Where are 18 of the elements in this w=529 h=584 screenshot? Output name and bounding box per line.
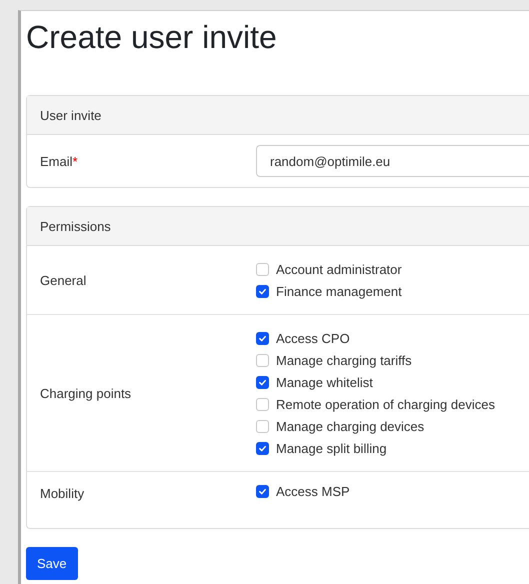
page-title: Create user invite bbox=[26, 18, 278, 57]
permission-checkbox[interactable]: Manage charging tariffs bbox=[256, 349, 412, 371]
card-header: Permissions bbox=[27, 207, 529, 246]
email-field[interactable]: random@optimile.eu bbox=[256, 145, 529, 177]
save-button[interactable]: Save bbox=[26, 547, 78, 580]
permission-checkbox[interactable]: Access MSP bbox=[256, 480, 350, 502]
permission-checkbox[interactable]: Manage charging devices bbox=[256, 415, 424, 437]
permission-checkbox[interactable]: Account administrator bbox=[256, 258, 402, 280]
permission-checkbox[interactable]: Remote operation of charging devices bbox=[256, 393, 495, 415]
group-label: General bbox=[40, 272, 88, 288]
card-header: User invite bbox=[27, 96, 529, 135]
field-label: Email* bbox=[40, 154, 79, 168]
group-label: Mobility bbox=[40, 486, 86, 500]
permission-checkbox[interactable]: Manage whitelist bbox=[256, 371, 373, 393]
group-label: Charging points bbox=[40, 386, 132, 400]
permission-checkbox[interactable]: Access CPO bbox=[256, 327, 350, 349]
permission-checkbox[interactable]: Finance management bbox=[256, 280, 402, 302]
permission-checkbox[interactable]: Manage split billing bbox=[256, 437, 387, 459]
